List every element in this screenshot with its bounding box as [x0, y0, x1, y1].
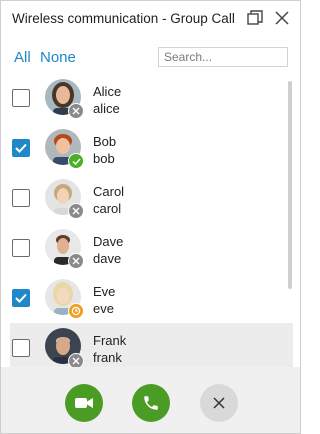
video-call-button[interactable] — [65, 384, 103, 422]
contact-username: bob — [93, 151, 115, 166]
contact-row-eve[interactable]: Eve eve — [10, 275, 293, 322]
status-offline-icon — [68, 253, 84, 269]
contact-checkbox[interactable] — [12, 289, 30, 307]
window-close-button[interactable] — [271, 7, 293, 29]
contact-name: Alice — [93, 84, 122, 99]
contact-list: Alice alice Bob bob Carol carol Dave dav… — [1, 75, 300, 367]
contact-row-bob[interactable]: Bob bob — [10, 125, 293, 172]
restore-icon — [247, 10, 263, 25]
status-offline-icon — [68, 203, 84, 219]
contact-username: alice — [93, 101, 120, 116]
window-title: Wireless communication - Group Call — [12, 11, 235, 26]
contact-row-carol[interactable]: Carol carol — [10, 175, 293, 222]
group-call-window: Wireless communication - Group Call All … — [0, 0, 301, 434]
contact-username: frank — [93, 350, 122, 365]
action-bar — [1, 367, 300, 433]
contact-checkbox[interactable] — [12, 239, 30, 257]
search-input[interactable] — [158, 47, 288, 67]
contact-row-alice[interactable]: Alice alice — [10, 75, 293, 122]
contact-checkbox[interactable] — [12, 89, 30, 107]
select-none-link[interactable]: None — [40, 49, 76, 66]
contact-row-dave[interactable]: Dave dave — [10, 225, 293, 272]
contact-username: dave — [93, 251, 122, 266]
contact-row-frank[interactable]: Frank frank — [10, 323, 293, 367]
contact-name: Bob — [93, 134, 117, 149]
select-all-link[interactable]: All — [14, 49, 31, 66]
contact-name: Frank — [93, 333, 127, 348]
video-camera-icon — [75, 398, 93, 408]
phone-icon — [144, 396, 158, 410]
checkmark-icon — [15, 293, 27, 303]
restore-button[interactable] — [244, 7, 266, 29]
close-icon — [213, 397, 225, 409]
contact-name: Dave — [93, 234, 124, 249]
status-offline-icon — [68, 103, 84, 119]
checkmark-icon — [15, 143, 27, 153]
close-icon — [275, 11, 289, 25]
contact-username: carol — [93, 201, 122, 216]
cancel-button[interactable] — [200, 384, 238, 422]
contact-checkbox[interactable] — [12, 189, 30, 207]
list-scrollbar[interactable] — [288, 81, 292, 289]
contact-name: Carol — [93, 184, 125, 199]
audio-call-button[interactable] — [132, 384, 170, 422]
contact-checkbox[interactable] — [12, 139, 30, 157]
status-offline-icon — [68, 353, 84, 367]
contact-checkbox[interactable] — [12, 339, 30, 357]
filter-row: All None — [1, 45, 300, 71]
status-away-icon — [68, 303, 84, 319]
title-bar: Wireless communication - Group Call — [1, 1, 300, 35]
contact-username: eve — [93, 301, 114, 316]
status-online-icon — [68, 153, 84, 169]
contact-name: Eve — [93, 284, 116, 299]
